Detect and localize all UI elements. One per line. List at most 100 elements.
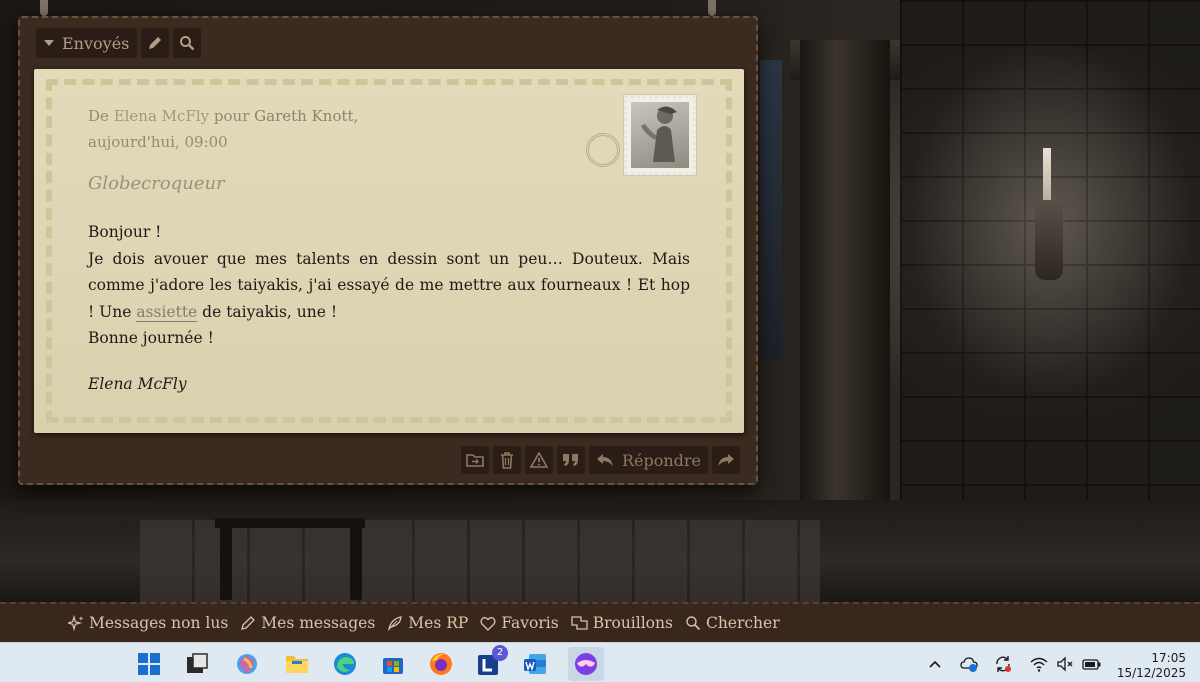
message-toolbar: Envoyés (36, 28, 202, 58)
cloud-info-icon (960, 657, 978, 672)
report-button[interactable] (524, 446, 553, 474)
wifi-tray[interactable] (1030, 655, 1048, 673)
closing-line: Bonne journée ! (88, 329, 214, 347)
search-icon (180, 36, 195, 51)
battery-tray[interactable] (1082, 655, 1101, 673)
trash-icon (500, 451, 513, 469)
message-subject: Globecroqueur (88, 173, 225, 194)
message-meta: De Elena McFly pour Gareth Knott, aujour… (88, 103, 358, 155)
pencil-icon (149, 37, 162, 49)
word-button[interactable] (522, 651, 548, 677)
wooden-floor (0, 500, 1200, 602)
windows-logo-icon (138, 653, 160, 675)
wifi-icon (1030, 657, 1048, 672)
copilot-icon (237, 654, 257, 674)
body-paragraph-end: de taiyakis, une ! (202, 302, 338, 321)
table-leg (220, 520, 232, 600)
sync-tray[interactable] (994, 655, 1012, 673)
word-like-app-button[interactable]: 2 (476, 645, 508, 677)
from-prefix: De (88, 107, 109, 125)
compose-button[interactable] (141, 28, 170, 58)
postmark-icon (586, 133, 620, 167)
delete-button[interactable] (492, 446, 521, 474)
store-button[interactable] (380, 651, 406, 677)
quote-button[interactable] (556, 446, 585, 474)
message-frame: Envoyés De Elena McFly pour Gareth Knott… (18, 16, 758, 485)
search-label: Chercher (705, 614, 780, 632)
my-rp-link[interactable]: Mes RP (387, 614, 468, 632)
volume-tray[interactable] (1056, 655, 1074, 673)
active-app-button[interactable] (568, 647, 604, 681)
reply-button[interactable]: Répondre (588, 446, 708, 474)
favorites-link[interactable]: Favoris (480, 614, 559, 632)
file-explorer-button[interactable] (284, 651, 310, 677)
character-drawing-icon (641, 106, 677, 162)
folder-dropdown[interactable]: Envoyés (36, 28, 138, 58)
chevron-up-icon (929, 660, 941, 668)
sync-icon (996, 656, 1011, 672)
move-to-folder-button[interactable] (460, 446, 489, 474)
clock-date: 15/12/2025 (1116, 666, 1186, 680)
forum-quick-nav: Messages non lus Mes messages Mes RP Fav… (0, 602, 1200, 642)
signature: Elena McFly (88, 375, 187, 393)
notification-badge: 2 (492, 645, 508, 661)
unread-messages-link[interactable]: Messages non lus (68, 614, 228, 632)
my-messages-label: Mes messages (261, 614, 376, 632)
body-paragraph: Je dois avouer que mes talents en dessin… (88, 246, 690, 326)
letter-paper: De Elena McFly pour Gareth Knott, aujour… (34, 69, 744, 433)
volume-muted-icon (1057, 656, 1073, 672)
drafts-icon (571, 616, 588, 630)
forward-button[interactable] (712, 446, 740, 474)
edge-button[interactable] (332, 651, 358, 677)
task-view-button[interactable] (184, 651, 210, 677)
message-body: Bonjour ! Je dois avouer que mes talents… (88, 219, 690, 352)
unread-messages-label: Messages non lus (89, 614, 229, 632)
clock-time: 17:05 (1151, 651, 1186, 665)
drafts-link[interactable]: Brouillons (571, 614, 673, 632)
assiette-link[interactable]: assiette (136, 302, 198, 322)
taskbar-clock[interactable]: 17:05 15/12/2025 (1117, 651, 1186, 681)
heart-icon (480, 616, 496, 631)
word-icon (524, 654, 546, 674)
search-button[interactable] (173, 28, 202, 58)
show-hidden-icons-button[interactable] (926, 655, 944, 673)
masked-browser-icon (575, 653, 597, 675)
warning-icon (529, 452, 548, 468)
onedrive-tray[interactable] (960, 655, 978, 673)
greeting: Bonjour ! (88, 223, 162, 241)
recipient-link[interactable]: Gareth Knott, (254, 107, 358, 125)
battery-icon (1082, 659, 1101, 670)
feather-icon (388, 616, 403, 631)
favorites-label: Favoris (501, 614, 559, 632)
forward-icon (718, 454, 734, 466)
search-link[interactable]: Chercher (685, 614, 780, 632)
postage-stamp (624, 95, 696, 175)
sender-link[interactable]: Elena McFly (114, 107, 209, 125)
message-actions: Répondre (460, 446, 740, 474)
drafts-label: Brouillons (592, 614, 673, 632)
sparkle-icon (68, 615, 84, 631)
candle (1043, 148, 1051, 200)
reply-icon (596, 454, 613, 466)
caret-down-icon (44, 40, 54, 46)
task-view-icon (187, 653, 208, 673)
folder-icon (286, 656, 308, 673)
table-top (215, 518, 365, 528)
store-icon (383, 658, 403, 674)
message-date: aujourd'hui, 09:00 (88, 133, 228, 151)
firefox-icon (430, 653, 452, 675)
taskbar: 2 17:05 15/12/2025 (0, 642, 1200, 682)
firefox-button[interactable] (428, 651, 454, 677)
pen-icon (241, 616, 256, 630)
copilot-button[interactable] (234, 651, 260, 677)
my-rp-label: Mes RP (408, 614, 469, 632)
folder-dropdown-label: Envoyés (62, 33, 130, 53)
quote-icon (562, 454, 578, 466)
table-leg (350, 520, 362, 600)
start-button[interactable] (136, 651, 162, 677)
folder-move-icon (466, 454, 484, 467)
window (760, 60, 782, 360)
frame-hook (40, 0, 48, 16)
my-messages-link[interactable]: Mes messages (240, 614, 375, 632)
search-icon (686, 616, 701, 631)
